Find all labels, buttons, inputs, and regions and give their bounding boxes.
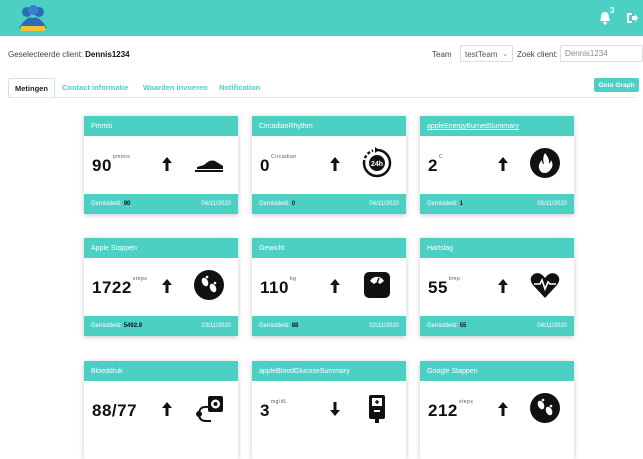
team-label: Team (432, 50, 452, 59)
average-label: Gemiddeld: (259, 201, 290, 207)
card-unit: C (438, 154, 444, 160)
tab-waarden-invoeren[interactable]: Waarden invoeren (137, 78, 214, 98)
measurement-card[interactable]: Pmmis 90pmmis Gemiddeld: 90 04/11/2020 (84, 116, 238, 214)
card-unit: bmp (448, 276, 461, 282)
card-date: 23/11/2020 (201, 323, 231, 329)
card-value: 110kg (260, 276, 297, 297)
card-unit: steps (458, 399, 474, 405)
glucose-meter-icon (369, 395, 385, 423)
average-value: 55 (459, 323, 467, 329)
card-value: 0Circadian (260, 154, 297, 175)
shoe-icon (195, 160, 223, 172)
average-value: 5492.9 (123, 323, 143, 329)
card-title: Apple Stappen (84, 238, 238, 258)
card-footer: Gemiddeld: 0 04/11/2020 (252, 194, 406, 214)
arrow-up-icon (498, 279, 508, 293)
arrow-down-icon (330, 402, 340, 416)
average-value: 1 (459, 201, 464, 207)
card-title: Hartslag (420, 238, 574, 258)
goto-graph-button[interactable]: Goto Graph (594, 78, 639, 92)
card-title: Bloeddruk (84, 361, 238, 381)
scale-icon (364, 272, 390, 298)
search-client-input[interactable] (560, 45, 643, 62)
24h-cycle-icon: 24h (362, 147, 392, 178)
arrow-up-icon (162, 157, 172, 171)
average-label: Gemiddeld: (427, 323, 458, 329)
card-title: Google Stappen (420, 361, 574, 381)
top-bar: 3 (0, 0, 643, 36)
card-unit: Circadian (270, 154, 297, 160)
average-value: 90 (123, 201, 131, 207)
card-value: 3mg/dL (260, 399, 288, 420)
card-footer: Gemiddeld: 5492.9 23/11/2020 (84, 316, 238, 336)
average-label: Gemiddeld: (259, 323, 290, 329)
team-select-value: testTeam (465, 50, 498, 59)
app-logo-icon[interactable] (16, 4, 50, 34)
card-date: 05/11/2020 (537, 201, 567, 207)
measurement-card[interactable]: Hartslag 55bmp Gemiddeld: 55 04/11/2020 (420, 238, 574, 336)
arrow-up-icon (498, 402, 508, 416)
card-title: appleBloodGlucoseSummary (252, 361, 406, 381)
footsteps-icon (530, 393, 560, 423)
card-value: 90pmmis (92, 154, 131, 175)
average-label: Gemiddeld: (427, 201, 458, 207)
tab-notification[interactable]: Notification (213, 78, 266, 98)
client-selection-bar: Geselecteerde client: Dennis1234 Team tes… (0, 44, 643, 64)
search-client-label: Zoek client: (517, 50, 558, 59)
average-value: 0 (291, 201, 296, 207)
measurement-card[interactable]: appleBloodGlucoseSummary 3mg/dL (252, 361, 406, 459)
selected-client-name: Dennis1234 (85, 50, 130, 59)
card-footer: Gemiddeld: 90 04/11/2020 (84, 194, 238, 214)
card-date: 04/11/2020 (369, 201, 399, 207)
tab-metingen[interactable]: Metingen (8, 78, 55, 98)
card-value: 1722steps (92, 276, 148, 297)
chevron-down-icon: ⌄ (502, 51, 508, 58)
notification-count: 3 (610, 6, 615, 15)
card-date: 04/11/2020 (201, 201, 231, 207)
card-unit: mg/dL (270, 399, 288, 405)
arrow-up-icon (162, 279, 172, 293)
blood-pressure-icon (196, 396, 223, 422)
tab-divider (8, 97, 635, 98)
measurement-card[interactable]: Google Stappen 212steps (420, 361, 574, 459)
arrow-up-icon (330, 157, 340, 171)
card-date: 02/11/2020 (369, 323, 399, 329)
measurement-card[interactable]: Apple Stappen 1722steps Gemiddeld: 5492.9… (84, 238, 238, 336)
card-value: 212steps (428, 399, 474, 420)
measurement-card[interactable]: appleEnergyBurnedSummary 2C Gemiddeld: 1 … (420, 116, 574, 214)
card-title: Pmmis (84, 116, 238, 136)
average-label: Gemiddeld: (91, 201, 122, 207)
arrow-up-icon (330, 279, 340, 293)
card-footer: Gemiddeld: 55 04/11/2020 (420, 316, 574, 336)
card-footer: Gemiddeld: 88 02/11/2020 (252, 316, 406, 336)
card-value: 2C (428, 154, 444, 175)
svg-text:24h: 24h (371, 161, 383, 168)
flame-icon (530, 148, 560, 178)
arrow-up-icon (162, 402, 172, 416)
selected-client-label: Geselecteerde client: Dennis1234 (8, 50, 130, 59)
heartbeat-icon (530, 273, 560, 298)
measurement-card[interactable]: Bloeddruk 88/77 (84, 361, 238, 459)
footsteps-icon (194, 270, 224, 300)
average-label: Gemiddeld: (91, 323, 122, 329)
measurement-card[interactable]: CircadianRhythm 0Circadian 24h Gemiddeld… (252, 116, 406, 214)
card-title[interactable]: appleEnergyBurnedSummary (420, 116, 574, 136)
card-unit: steps (132, 276, 148, 282)
logout-icon[interactable] (626, 12, 638, 24)
card-date: 04/11/2020 (537, 323, 567, 329)
card-title: CircadianRhythm (252, 116, 406, 136)
card-footer: Gemiddeld: 1 05/11/2020 (420, 194, 574, 214)
measurement-card[interactable]: Gewicht 110kg Gemiddeld: 88 02/11/2020 (252, 238, 406, 336)
average-value: 88 (291, 323, 299, 329)
arrow-up-icon (498, 157, 508, 171)
card-unit: kg (289, 276, 297, 282)
card-unit: pmmis (112, 154, 131, 160)
card-value: 55bmp (428, 276, 461, 297)
tab-contact-informatie[interactable]: Contact informatie (56, 78, 134, 98)
card-title: Gewicht (252, 238, 406, 258)
card-value: 88/77 (92, 401, 138, 420)
team-select[interactable]: testTeam ⌄ (460, 45, 513, 62)
